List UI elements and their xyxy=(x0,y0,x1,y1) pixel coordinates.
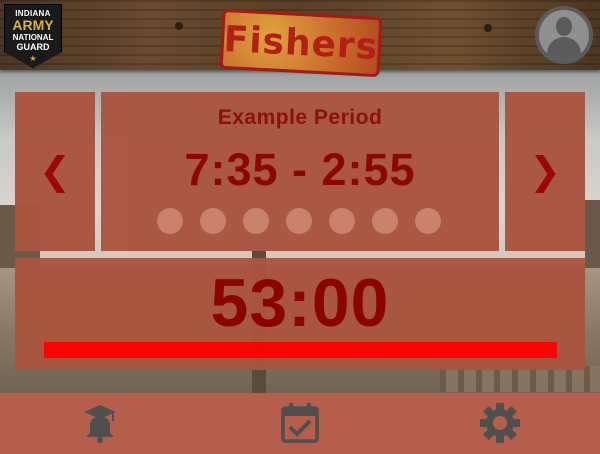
fishers-logo: Fishers xyxy=(219,8,383,78)
period-dot[interactable] xyxy=(200,208,226,234)
badge-star: ★ xyxy=(29,54,37,63)
bolt-right xyxy=(484,24,492,32)
avatar-shoulders xyxy=(547,37,581,60)
period-dot[interactable] xyxy=(415,208,441,234)
period-dot[interactable] xyxy=(286,208,312,234)
period-dot[interactable] xyxy=(157,208,183,234)
national-guard-badge: INDIANA ARMY NATIONAL GUARD ★ xyxy=(4,4,62,68)
app-header: INDIANA ARMY NATIONAL GUARD ★ Fishers xyxy=(0,0,600,78)
previous-period-button[interactable]: ❮ xyxy=(15,92,95,251)
progress-bar xyxy=(44,342,557,358)
bolt-left xyxy=(175,22,183,30)
chevron-right-icon: ❯ xyxy=(529,151,561,193)
period-card: Example Period 7:35 - 2:55 xyxy=(101,92,499,251)
chevron-left-icon: ❮ xyxy=(39,151,71,193)
next-period-button[interactable]: ❯ xyxy=(505,92,585,251)
calendar-check-icon[interactable] xyxy=(278,401,322,445)
period-dot[interactable] xyxy=(329,208,355,234)
period-time-range: 7:35 - 2:55 xyxy=(184,144,416,195)
user-avatar-icon[interactable] xyxy=(535,6,593,64)
bottom-nav xyxy=(0,393,600,454)
progress-fill xyxy=(44,342,557,358)
period-dot[interactable] xyxy=(243,208,269,234)
countdown-card: 53:00 xyxy=(15,258,585,370)
period-dots xyxy=(157,208,441,234)
gear-icon[interactable] xyxy=(478,401,522,445)
avatar-head xyxy=(556,17,572,36)
logo-text: Fishers xyxy=(222,18,380,68)
badge-line2: ARMY xyxy=(12,17,54,33)
badge-line3: NATIONAL xyxy=(12,33,54,42)
school-bell-icon[interactable] xyxy=(78,401,122,445)
countdown-time: 53:00 xyxy=(210,265,390,341)
period-name: Example Period xyxy=(217,106,383,129)
period-dot[interactable] xyxy=(372,208,398,234)
badge-line4: GUARD xyxy=(16,42,50,52)
